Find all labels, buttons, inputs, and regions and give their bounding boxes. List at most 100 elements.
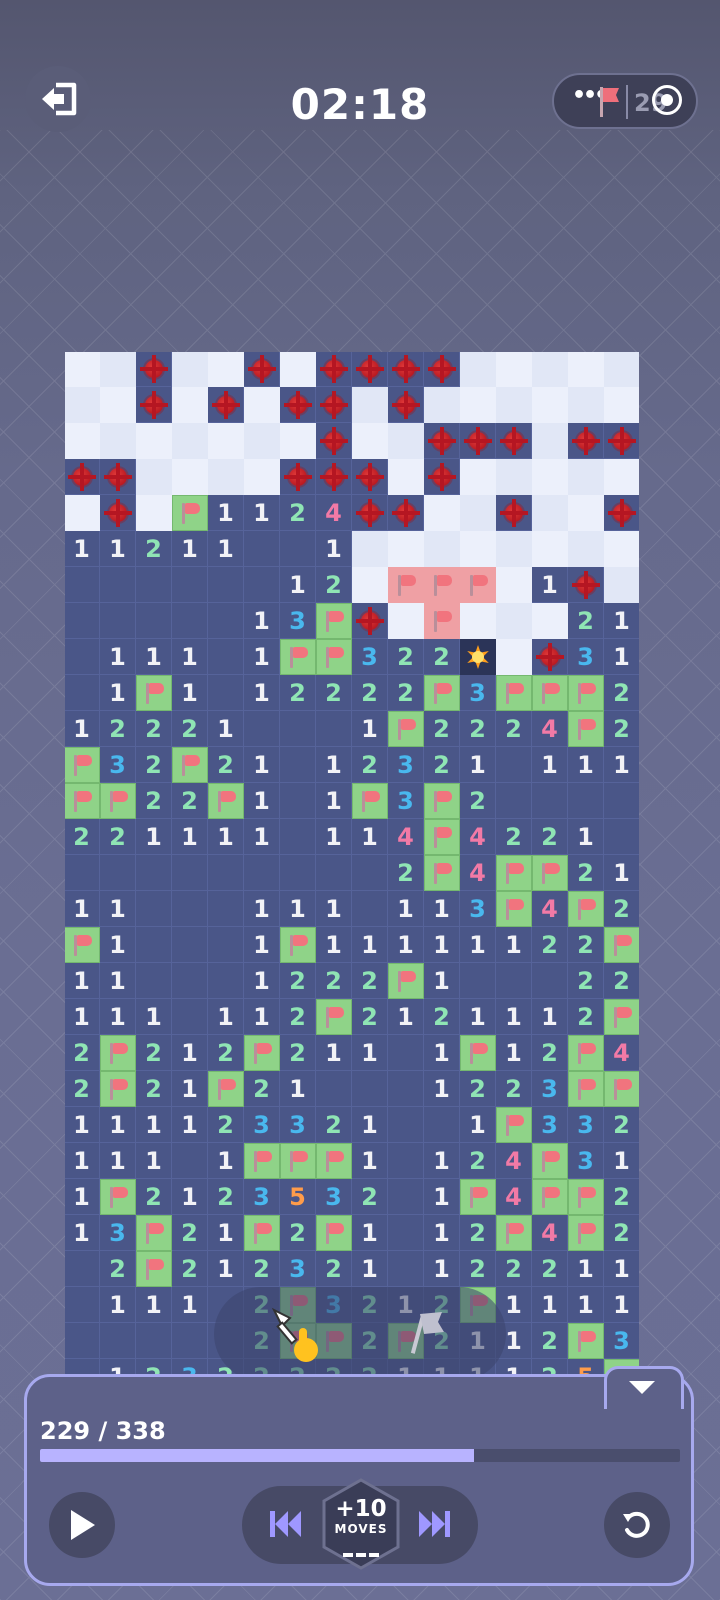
covered-cell[interactable] — [604, 567, 639, 603]
number-cell[interactable]: 1 — [316, 747, 352, 783]
empty-cell[interactable] — [388, 1251, 424, 1287]
number-cell[interactable]: 1 — [424, 1215, 460, 1251]
number-cell[interactable]: 2 — [208, 1179, 244, 1215]
flagged-cell[interactable] — [568, 1215, 604, 1251]
flagged-cell[interactable] — [172, 747, 208, 783]
covered-cell[interactable] — [496, 567, 532, 603]
mine-cell[interactable] — [352, 459, 388, 495]
mine-cell[interactable] — [496, 495, 532, 531]
covered-cell[interactable] — [568, 531, 604, 567]
flagged-cell[interactable] — [388, 711, 424, 747]
flagged-cell[interactable] — [316, 603, 352, 639]
flag-tool-icon[interactable] — [408, 1308, 448, 1358]
number-cell[interactable]: 1 — [244, 819, 280, 855]
wrong-flag-cell[interactable] — [460, 567, 496, 603]
mine-cell[interactable] — [100, 495, 136, 531]
number-cell[interactable]: 2 — [460, 711, 496, 747]
covered-cell[interactable] — [604, 459, 639, 495]
empty-cell[interactable] — [352, 855, 388, 891]
number-cell[interactable]: 4 — [604, 1035, 639, 1071]
number-cell[interactable]: 1 — [316, 891, 352, 927]
number-cell[interactable]: 3 — [100, 747, 136, 783]
number-cell[interactable]: 3 — [244, 1179, 280, 1215]
empty-cell[interactable] — [65, 1287, 100, 1323]
flagged-cell[interactable] — [568, 1035, 604, 1071]
empty-cell[interactable] — [208, 927, 244, 963]
wrong-flag-cell[interactable] — [388, 567, 424, 603]
number-cell[interactable]: 1 — [65, 963, 100, 999]
empty-cell[interactable] — [280, 783, 316, 819]
empty-cell[interactable] — [65, 1323, 100, 1359]
number-cell[interactable]: 1 — [172, 1071, 208, 1107]
number-cell[interactable]: 1 — [208, 999, 244, 1035]
mine-cell[interactable] — [208, 387, 244, 423]
mine-cell[interactable] — [568, 423, 604, 459]
empty-cell[interactable] — [388, 1071, 424, 1107]
covered-cell[interactable] — [208, 423, 244, 459]
number-cell[interactable]: 1 — [244, 783, 280, 819]
restart-button[interactable] — [604, 1492, 670, 1558]
covered-cell[interactable] — [208, 352, 244, 387]
number-cell[interactable]: 2 — [604, 711, 639, 747]
number-cell[interactable]: 2 — [208, 1107, 244, 1143]
number-cell[interactable]: 1 — [172, 819, 208, 855]
number-cell[interactable]: 1 — [244, 891, 280, 927]
number-cell[interactable]: 1 — [424, 891, 460, 927]
empty-cell[interactable] — [172, 855, 208, 891]
number-cell[interactable]: 2 — [136, 1071, 172, 1107]
number-cell[interactable]: 2 — [496, 1071, 532, 1107]
number-cell[interactable]: 2 — [172, 711, 208, 747]
number-cell[interactable]: 2 — [280, 495, 316, 531]
mine-cell[interactable] — [136, 387, 172, 423]
empty-cell[interactable] — [136, 963, 172, 999]
number-cell[interactable]: 1 — [460, 747, 496, 783]
flagged-cell[interactable] — [172, 495, 208, 531]
covered-cell[interactable] — [280, 352, 316, 387]
empty-cell[interactable] — [65, 603, 100, 639]
empty-cell[interactable] — [388, 1107, 424, 1143]
flagged-cell[interactable] — [136, 1251, 172, 1287]
empty-cell[interactable] — [244, 531, 280, 567]
covered-cell[interactable] — [244, 459, 280, 495]
flagged-cell[interactable] — [100, 783, 136, 819]
number-cell[interactable]: 2 — [568, 603, 604, 639]
number-cell[interactable]: 1 — [244, 603, 280, 639]
mine-cell[interactable] — [244, 352, 280, 387]
number-cell[interactable]: 2 — [424, 711, 460, 747]
number-cell[interactable]: 2 — [604, 963, 639, 999]
number-cell[interactable]: 4 — [316, 495, 352, 531]
flagged-cell[interactable] — [424, 855, 460, 891]
covered-cell[interactable] — [532, 387, 568, 423]
covered-cell[interactable] — [460, 495, 496, 531]
mine-cell[interactable] — [460, 423, 496, 459]
covered-cell[interactable] — [532, 352, 568, 387]
covered-cell[interactable] — [496, 531, 532, 567]
number-cell[interactable]: 1 — [316, 783, 352, 819]
empty-cell[interactable] — [352, 891, 388, 927]
number-cell[interactable]: 1 — [604, 747, 639, 783]
number-cell[interactable]: 1 — [388, 927, 424, 963]
number-cell[interactable]: 2 — [388, 639, 424, 675]
flagged-cell[interactable] — [136, 1215, 172, 1251]
covered-cell[interactable] — [532, 495, 568, 531]
number-cell[interactable]: 1 — [604, 603, 639, 639]
flagged-cell[interactable] — [244, 1143, 280, 1179]
empty-cell[interactable] — [208, 891, 244, 927]
covered-cell[interactable] — [496, 352, 532, 387]
covered-cell[interactable] — [604, 387, 639, 423]
empty-cell[interactable] — [388, 1143, 424, 1179]
number-cell[interactable]: 3 — [568, 1107, 604, 1143]
empty-cell[interactable] — [352, 1071, 388, 1107]
number-cell[interactable]: 2 — [316, 1107, 352, 1143]
empty-cell[interactable] — [100, 1323, 136, 1359]
number-cell[interactable]: 1 — [172, 531, 208, 567]
number-cell[interactable]: 1 — [604, 1251, 639, 1287]
empty-cell[interactable] — [136, 603, 172, 639]
number-cell[interactable]: 1 — [424, 1071, 460, 1107]
number-cell[interactable]: 2 — [532, 1323, 568, 1359]
empty-cell[interactable] — [532, 963, 568, 999]
number-cell[interactable]: 3 — [280, 603, 316, 639]
empty-cell[interactable] — [100, 603, 136, 639]
mine-cell[interactable] — [136, 352, 172, 387]
covered-cell[interactable] — [424, 531, 460, 567]
